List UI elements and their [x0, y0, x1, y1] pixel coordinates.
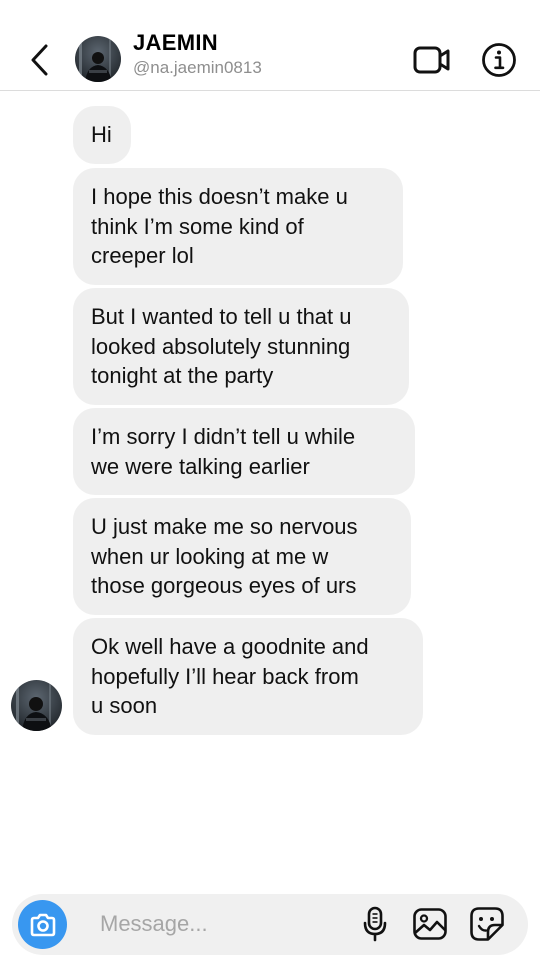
message-bubble[interactable]: I hope this doesn’t make u think I’m som… [73, 168, 403, 285]
voice-message-button[interactable] [355, 904, 395, 944]
message-bubble[interactable]: But I wanted to tell u that u looked abs… [73, 288, 409, 405]
message-bubble[interactable]: U just make me so nervous when ur lookin… [73, 498, 411, 615]
info-icon [482, 43, 516, 77]
sticker-button[interactable] [467, 904, 507, 944]
message-bubble[interactable]: Ok well have a goodnite and hopefully I’… [73, 618, 423, 735]
contact-handle: @na.jaemin0813 [133, 58, 262, 77]
camera-icon [30, 913, 55, 936]
back-button[interactable] [22, 40, 58, 80]
info-button[interactable] [480, 41, 518, 79]
microphone-icon [363, 906, 387, 942]
video-call-button[interactable] [412, 42, 452, 78]
contact-name[interactable]: JAEMIN [133, 30, 218, 56]
video-camera-icon [413, 46, 450, 74]
dm-screen: JAEMIN @na.jaemin0813 Hi I hope this doe… [0, 0, 540, 960]
image-icon [413, 908, 447, 940]
gallery-button[interactable] [410, 904, 450, 944]
chat-header: JAEMIN @na.jaemin0813 [0, 0, 540, 91]
sender-avatar[interactable] [11, 680, 62, 731]
sticker-icon [470, 907, 504, 941]
message-bubble[interactable]: I’m sorry I didn’t tell u while we were … [73, 408, 415, 495]
camera-button[interactable] [18, 900, 67, 949]
message-bubble[interactable]: Hi [73, 106, 131, 164]
chevron-left-icon [31, 44, 48, 76]
header-avatar[interactable] [75, 36, 121, 82]
message-composer [12, 894, 528, 955]
message-input[interactable] [100, 908, 350, 940]
